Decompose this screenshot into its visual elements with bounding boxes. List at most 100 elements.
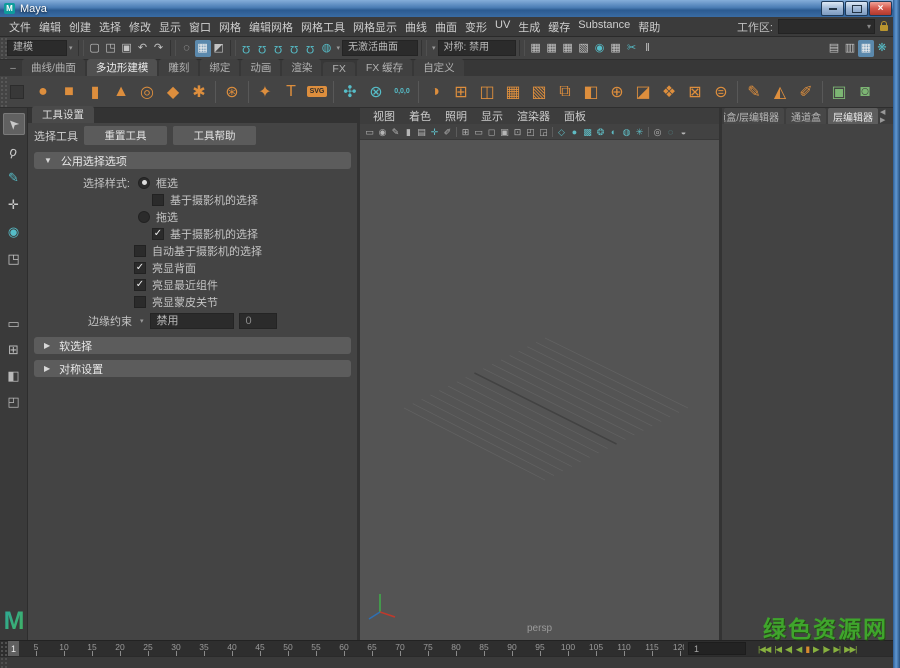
image-plane-icon[interactable]: ▤	[415, 125, 428, 139]
shelf-collapse-button[interactable]: –	[4, 62, 22, 76]
hypershade-icon[interactable]: ◉	[592, 40, 608, 57]
circularize-icon[interactable]: ⊕	[604, 79, 630, 105]
make-object-live-icon[interactable]: ◍	[319, 40, 335, 57]
target-weld-icon[interactable]: ✐	[793, 79, 819, 105]
step-forward-frame-button[interactable]: ▶|	[831, 644, 842, 655]
checkbox[interactable]	[134, 245, 146, 257]
poly-torus-icon[interactable]: ◎	[134, 79, 160, 105]
edge-constraint-select[interactable]: 禁用	[150, 313, 234, 329]
select-camera-icon[interactable]: ▭	[363, 125, 376, 139]
group-separator[interactable]	[421, 40, 427, 56]
wireframe-icon[interactable]: ◇	[555, 125, 568, 139]
rotate-tool[interactable]: ◉	[3, 221, 25, 243]
tab-tool-settings[interactable]: 工具设置	[32, 106, 94, 123]
light-editor-icon[interactable]: ▦	[608, 40, 624, 57]
use-all-lights-icon[interactable]: ❂	[594, 125, 607, 139]
save-scene-icon[interactable]: ▣	[119, 40, 135, 57]
live-surface-field[interactable]: 无激活曲面	[342, 40, 418, 56]
crease-tool-icon[interactable]: ✎	[741, 79, 767, 105]
menu-item[interactable]: 显示	[155, 19, 185, 35]
menu-item[interactable]: 曲面	[431, 19, 461, 35]
menu-item[interactable]: 编辑网格	[245, 19, 297, 35]
go-to-end-button[interactable]: ▶▶|	[842, 644, 858, 655]
drag-handle[interactable]	[0, 76, 7, 107]
step-forward-key-button[interactable]: |▶	[821, 644, 832, 655]
menu-item[interactable]: Substance	[574, 19, 634, 35]
play-backwards-button[interactable]: ◀	[794, 644, 804, 655]
gear-icon[interactable]: ❋	[874, 40, 890, 57]
shadows-icon[interactable]: ◐	[607, 125, 620, 139]
poly-sphere-icon[interactable]: ●	[30, 79, 56, 105]
current-frame-marker[interactable]: 1	[8, 641, 19, 657]
bevel-icon[interactable]: ◪	[630, 79, 656, 105]
snap-to-grid-icon[interactable]: Ω	[239, 40, 255, 57]
attribute-editor-toggle-icon[interactable]: ▤	[826, 40, 842, 57]
new-scene-icon[interactable]: ▢	[87, 40, 103, 57]
chevron-down-icon[interactable]: ▾	[335, 44, 343, 52]
move-tool[interactable]: ✛	[3, 194, 25, 216]
gate-mask-icon[interactable]: ▣	[498, 125, 511, 139]
select-tool[interactable]: ➤	[3, 113, 25, 135]
mirror-icon[interactable]: ◧	[578, 79, 604, 105]
close-button[interactable]: ×	[869, 1, 892, 16]
layout-persp-outliner-button[interactable]: ◧	[4, 367, 24, 385]
svg-tool-icon[interactable]: SVG	[304, 79, 330, 105]
lock-camera-icon[interactable]: ◉	[376, 125, 389, 139]
workspace-select[interactable]: ▾	[778, 19, 875, 34]
section-collapsed[interactable]: ▶软选择	[34, 337, 351, 354]
platonic-solid-icon[interactable]: ⊛	[219, 79, 245, 105]
lock-icon[interactable]	[880, 25, 888, 31]
layout-single-pane-button[interactable]: ▭	[4, 315, 24, 333]
screen-ao-icon[interactable]: ◍	[620, 125, 633, 139]
paint-select-tool[interactable]: ✎	[3, 167, 25, 189]
menuset-select[interactable]: 建模	[7, 40, 67, 56]
play-forwards-button[interactable]: ▶	[811, 644, 821, 655]
step-back-frame-button[interactable]: |◀	[772, 644, 783, 655]
menu-item[interactable]: 网格显示	[349, 19, 401, 35]
shelf-tab[interactable]: 渲染	[282, 59, 321, 76]
time-marker[interactable]: ▮	[803, 644, 811, 655]
menu-item[interactable]: 网格工具	[297, 19, 349, 35]
append-polygon-icon[interactable]: ▧	[526, 79, 552, 105]
viewport-menu-item[interactable]: 视图	[366, 108, 402, 124]
group-separator[interactable]	[519, 40, 525, 56]
shelf-tab[interactable]: 多边形建模	[87, 59, 158, 76]
right-panel-tab[interactable]: 通道盒	[786, 108, 826, 125]
select-by-component-icon[interactable]: ◩	[211, 40, 227, 57]
snap-to-point-icon[interactable]: Ω	[271, 40, 287, 57]
chevron-down-icon[interactable]: ▾	[430, 44, 438, 52]
menu-item[interactable]: 变形	[461, 19, 491, 35]
grease-pencil-icon[interactable]: ✐	[441, 125, 454, 139]
menu-item[interactable]: UV	[491, 19, 514, 35]
redo-icon[interactable]: ↷	[151, 40, 167, 57]
field-chart-icon[interactable]: ⊡	[511, 125, 524, 139]
smooth-shade-icon[interactable]: ●	[568, 125, 581, 139]
chevron-down-icon[interactable]: ▾	[67, 44, 75, 52]
xray-icon[interactable]: ◌	[664, 125, 677, 139]
motion-blur-icon[interactable]: ✳	[633, 125, 646, 139]
snap-to-projected-center-icon[interactable]: Ω	[287, 40, 303, 57]
drag-handle[interactable]	[0, 37, 7, 59]
combine-icon[interactable]: ⊞	[448, 79, 474, 105]
grid-icon[interactable]: ⊞	[459, 125, 472, 139]
menu-item[interactable]: 修改	[125, 19, 155, 35]
menu-item[interactable]: 创建	[65, 19, 95, 35]
select-by-object-icon[interactable]: ▦	[195, 40, 211, 57]
drag-handle[interactable]	[0, 657, 7, 668]
textured-icon[interactable]: ▩	[581, 125, 594, 139]
poly-disc-icon[interactable]: ✱	[186, 79, 212, 105]
reset-tool-button[interactable]: 重置工具	[84, 126, 167, 145]
checkbox[interactable]	[152, 194, 164, 206]
boolean-union-icon[interactable]: ◑	[422, 79, 448, 105]
right-panel-tab[interactable]: 通道盒/层编辑器	[724, 108, 784, 125]
render-settings-icon[interactable]: ▧	[576, 40, 592, 57]
viewport-menu-item[interactable]: 面板	[557, 108, 593, 124]
shelf-tab[interactable]: 曲线/曲面	[22, 59, 85, 76]
menu-item[interactable]: 编辑	[35, 19, 65, 35]
edge-constraint-angle-field[interactable]: 0	[239, 313, 277, 329]
type-tool-icon[interactable]: T	[278, 79, 304, 105]
ipr-render-icon[interactable]: ▦	[544, 40, 560, 57]
radio-button[interactable]	[138, 211, 150, 223]
live-surface-icon[interactable]: ✣	[337, 79, 363, 105]
viewport-menu-item[interactable]: 渲染器	[510, 108, 557, 124]
